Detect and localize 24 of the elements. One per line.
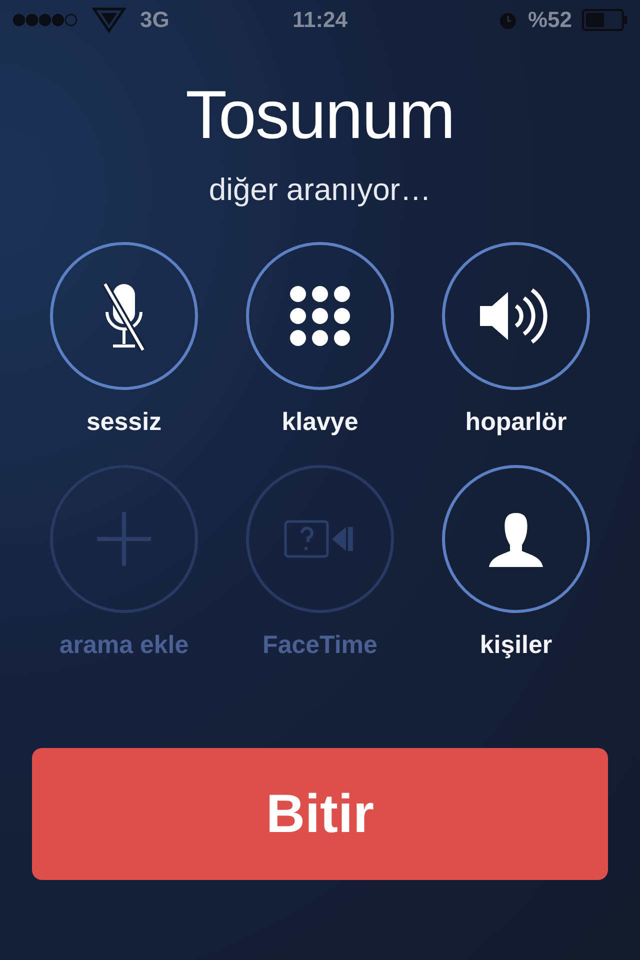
button-label: klavye xyxy=(282,408,358,437)
button-label: hoparlör xyxy=(465,408,567,437)
signal-strength-icon xyxy=(12,13,78,27)
status-time: 11:24 xyxy=(292,7,348,33)
button-label: kişiler xyxy=(480,631,552,660)
keypad-button[interactable] xyxy=(246,242,394,390)
button-label: sessiz xyxy=(86,408,162,437)
microphone-off-icon xyxy=(101,280,147,352)
video-camera-icon xyxy=(284,520,356,558)
button-label: arama ekle xyxy=(59,631,189,660)
keypad-icon xyxy=(290,286,350,346)
end-call-button[interactable]: Bitir xyxy=(32,748,608,880)
alarm-clock-icon xyxy=(498,10,518,30)
network-type: 3G xyxy=(140,7,170,33)
mute-button[interactable] xyxy=(50,242,198,390)
battery-percentage: %52 xyxy=(528,7,572,33)
button-label: FaceTime xyxy=(262,631,378,660)
caller-name: Tosunum xyxy=(186,76,454,154)
speaker-button[interactable] xyxy=(442,242,590,390)
plus-icon xyxy=(97,512,151,566)
battery-icon xyxy=(582,9,628,31)
call-status: diğer aranıyor… xyxy=(208,172,432,208)
contacts-button[interactable] xyxy=(442,465,590,613)
person-icon xyxy=(489,511,543,567)
